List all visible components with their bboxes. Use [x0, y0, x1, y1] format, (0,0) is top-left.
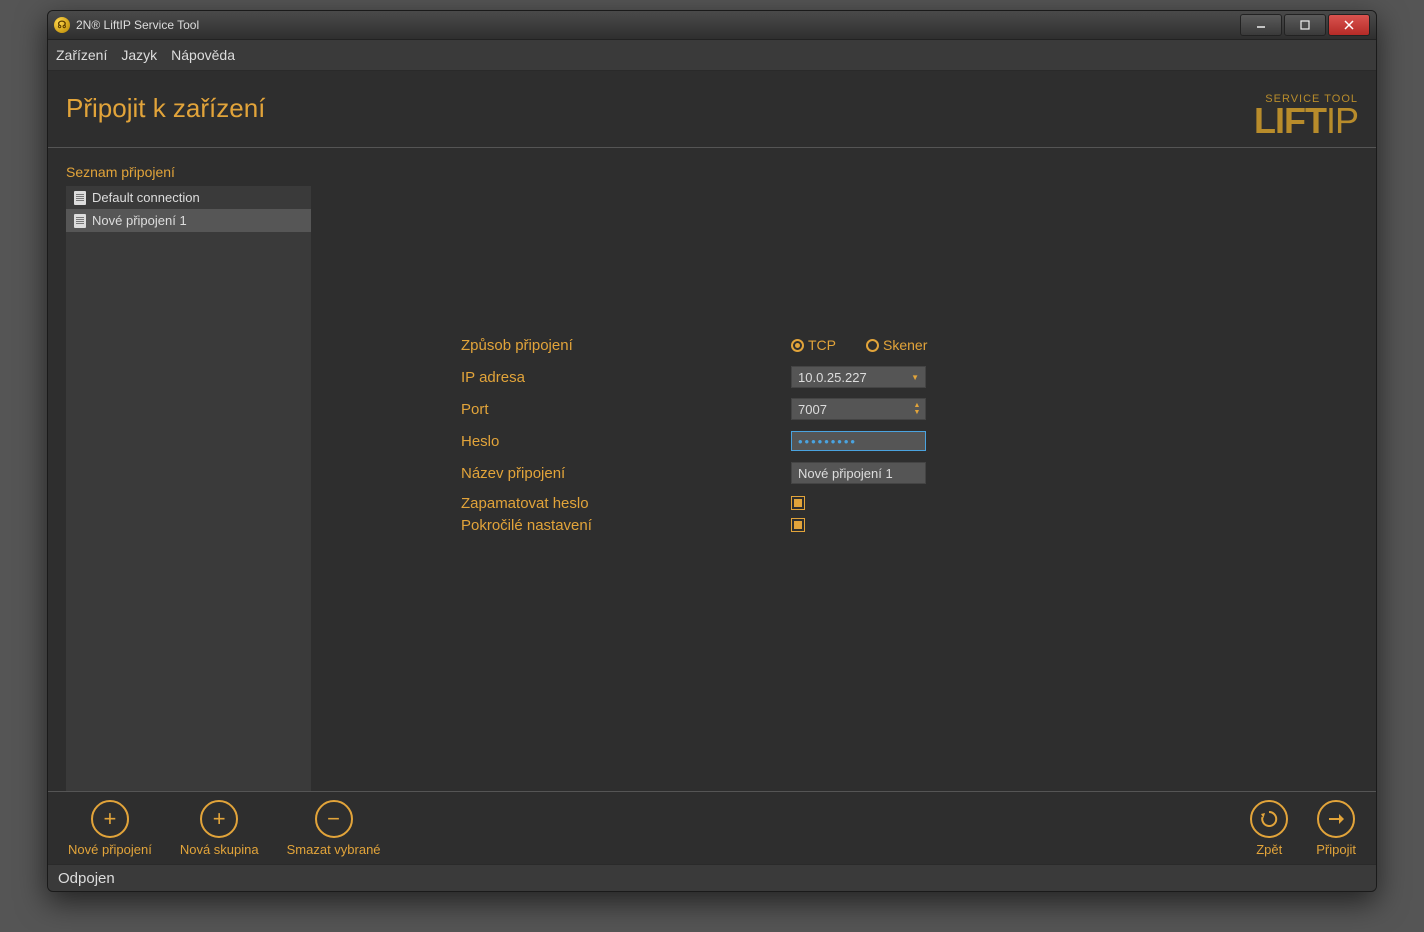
chevron-down-icon[interactable]: ▼: [911, 410, 923, 416]
radio-scanner[interactable]: Skener: [866, 337, 927, 353]
minimize-button[interactable]: [1240, 14, 1282, 36]
connect-button[interactable]: Připojit: [1316, 800, 1356, 857]
logo-text: LIFTIP: [1254, 105, 1358, 137]
ip-value: 10.0.25.227: [798, 370, 867, 385]
status-text: Odpojen: [58, 870, 115, 887]
label-remember: Zapamatovat heslo: [461, 495, 791, 512]
status-bar: Odpojen: [48, 864, 1376, 891]
document-icon: [74, 214, 86, 228]
back-label: Zpět: [1256, 842, 1282, 857]
connection-item[interactable]: Nové připojení 1: [66, 209, 311, 232]
delete-selected-button[interactable]: − Smazat vybrané: [287, 800, 381, 857]
name-input[interactable]: Nové připojení 1: [791, 462, 926, 484]
advanced-checkbox[interactable]: [791, 518, 805, 532]
new-group-button[interactable]: + Nová skupina: [180, 800, 259, 857]
title-bar: ☊ 2N® LiftIP Service Tool: [48, 11, 1376, 40]
page-title: Připojit k zařízení: [66, 93, 265, 124]
form-area: Způsob připojení TCP Skener IP adresa: [331, 164, 1358, 791]
chevron-down-icon: ▼: [911, 373, 919, 382]
connection-list: Default connection Nové připojení 1: [66, 186, 311, 791]
app-icon: ☊: [54, 17, 70, 33]
maximize-button[interactable]: [1284, 14, 1326, 36]
new-group-label: Nová skupina: [180, 842, 259, 857]
row-ip: IP adresa 10.0.25.227 ▼: [461, 366, 1021, 388]
menu-device[interactable]: Zařízení: [56, 47, 107, 63]
plus-icon: +: [200, 800, 238, 838]
close-button[interactable]: [1328, 14, 1370, 36]
label-method: Způsob připojení: [461, 337, 791, 354]
port-spinner[interactable]: 7007 ▲ ▼: [791, 398, 926, 420]
connection-label: Default connection: [92, 190, 200, 205]
radio-dot-icon: [866, 339, 879, 352]
label-advanced: Pokročilé nastavení: [461, 517, 791, 534]
row-name: Název připojení Nové připojení 1: [461, 462, 1021, 484]
plus-icon: +: [91, 800, 129, 838]
label-port: Port: [461, 401, 791, 418]
radio-scanner-label: Skener: [883, 337, 927, 353]
window-title: 2N® LiftIP Service Tool: [76, 18, 1238, 32]
logo: SERVICE TOOL LIFTIP: [1254, 93, 1358, 137]
window-controls: [1238, 14, 1370, 36]
new-connection-label: Nové připojení: [68, 842, 152, 857]
row-remember: Zapamatovat heslo: [461, 494, 1021, 512]
radio-dot-icon: [791, 339, 804, 352]
logo-suffix: IP: [1326, 100, 1358, 141]
radio-tcp-label: TCP: [808, 337, 836, 353]
application-window: ☊ 2N® LiftIP Service Tool Zařízení Jazyk…: [47, 10, 1377, 892]
connection-form: Způsob připojení TCP Skener IP adresa: [461, 334, 1021, 544]
menu-language[interactable]: Jazyk: [121, 47, 157, 63]
new-connection-button[interactable]: + Nové připojení: [68, 800, 152, 857]
connect-label: Připojit: [1316, 842, 1356, 857]
bottom-toolbar: + Nové připojení + Nová skupina − Smazat…: [48, 791, 1376, 864]
remember-checkbox[interactable]: [791, 496, 805, 510]
sidebar-title: Seznam připojení: [66, 164, 311, 180]
sidebar: Seznam připojení Default connection Nové…: [66, 164, 311, 791]
document-icon: [74, 191, 86, 205]
row-advanced: Pokročilé nastavení: [461, 516, 1021, 534]
minus-icon: −: [315, 800, 353, 838]
password-input[interactable]: [791, 431, 926, 451]
port-value: 7007: [798, 402, 827, 417]
radio-tcp[interactable]: TCP: [791, 337, 836, 353]
row-port: Port 7007 ▲ ▼: [461, 398, 1021, 420]
ip-combo[interactable]: 10.0.25.227 ▼: [791, 366, 926, 388]
back-button[interactable]: Zpět: [1250, 800, 1288, 857]
chevron-up-icon[interactable]: ▲: [911, 403, 923, 409]
menu-help[interactable]: Nápověda: [171, 47, 235, 63]
label-ip: IP adresa: [461, 369, 791, 386]
label-name: Název připojení: [461, 465, 791, 482]
name-value: Nové připojení 1: [798, 466, 893, 481]
spinner-buttons[interactable]: ▲ ▼: [911, 399, 923, 419]
row-method: Způsob připojení TCP Skener: [461, 334, 1021, 356]
label-password: Heslo: [461, 433, 791, 450]
row-password: Heslo: [461, 430, 1021, 452]
header: Připojit k zařízení SERVICE TOOL LIFTIP: [48, 71, 1376, 148]
connection-item[interactable]: Default connection: [66, 186, 311, 209]
body: Seznam připojení Default connection Nové…: [48, 148, 1376, 791]
connection-label: Nové připojení 1: [92, 213, 187, 228]
arrow-right-icon: [1317, 800, 1355, 838]
undo-icon: [1250, 800, 1288, 838]
logo-main: LIFT: [1254, 100, 1326, 141]
delete-selected-label: Smazat vybrané: [287, 842, 381, 857]
menu-bar: Zařízení Jazyk Nápověda: [48, 40, 1376, 71]
